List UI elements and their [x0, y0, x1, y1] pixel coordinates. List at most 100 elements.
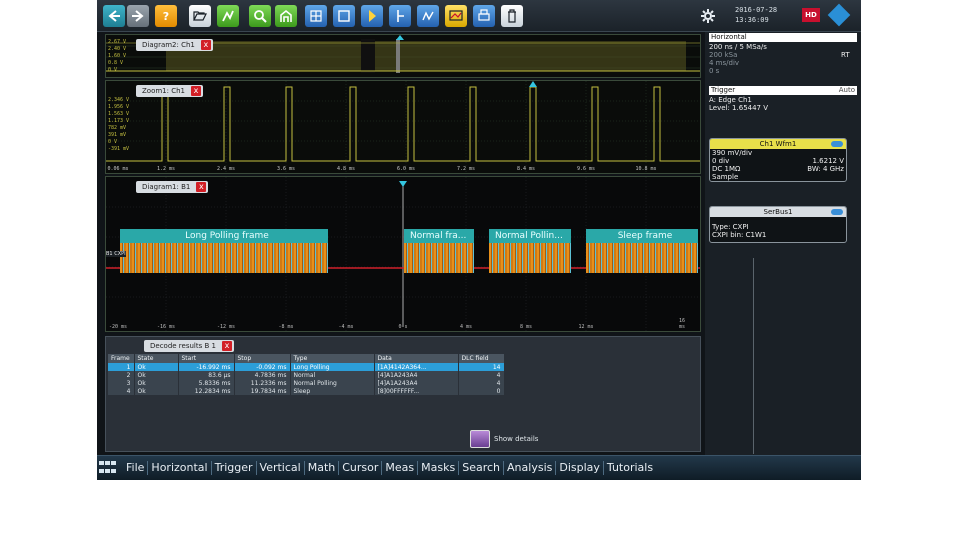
zoom1-panel[interactable]: 2.346 V 1.956 V 1.563 V 1.173 V 782 mV 3…	[105, 80, 701, 174]
table-row[interactable]: 2 Ok 83.6 µs 4.7836 ms Normal [4]A1A243A…	[108, 371, 505, 379]
serbus-type: Type: CXPI	[712, 223, 749, 231]
print-icon[interactable]	[473, 5, 495, 27]
close-icon[interactable]: x	[221, 341, 232, 351]
mark-icon[interactable]	[361, 5, 383, 27]
display-icon[interactable]	[445, 5, 467, 27]
zoom1-ylabel: 1.956 V	[108, 104, 130, 110]
menu-analysis[interactable]: Analysis	[504, 461, 557, 475]
column-header[interactable]: DLC field	[458, 354, 505, 363]
table-row[interactable]: 4 Ok 12.2834 ms 19.7834 ms Sleep [8]00FF…	[108, 387, 505, 395]
frame-label: Normal fra...	[404, 229, 474, 243]
cell-start: 12.2834 ms	[178, 387, 235, 395]
zoom1-ylabel: 2.346 V	[108, 97, 130, 103]
close-icon[interactable]: x	[196, 182, 207, 192]
trigger-mode: Auto	[838, 86, 855, 94]
decode-tab[interactable]: Decode results B 1 x	[144, 340, 234, 352]
details-icon	[470, 430, 490, 448]
trigger-header-label: Trigger	[711, 86, 736, 94]
decode-table[interactable]: Frame State Start Stop Type Data DLC fie…	[108, 354, 505, 395]
decode-results-panel[interactable]: Decode results B 1 x Frame State Start S…	[105, 336, 701, 452]
table-row[interactable]: 3 Ok 5.8336 ms 11.2336 ms Normal Polling…	[108, 379, 505, 387]
back-icon[interactable]	[103, 5, 125, 27]
zoom1-ylabel: 782 mV	[108, 125, 127, 131]
column-header[interactable]: Start	[178, 354, 235, 363]
column-header[interactable]: Type	[290, 354, 375, 363]
decode-header-row: Frame State Start Stop Type Data DLC fie…	[108, 354, 505, 363]
menu-cursor[interactable]: Cursor	[339, 461, 383, 475]
menu-masks[interactable]: Masks	[418, 461, 460, 475]
menu-file[interactable]: File	[123, 461, 149, 475]
diagram2-tab[interactable]: Diagram2: Ch1 x	[136, 39, 213, 51]
ch1-bandwidth: BW: 4 GHz	[807, 165, 844, 173]
ch1-offset: 0 div	[712, 157, 730, 165]
bus-frame[interactable]: Normal fra...	[404, 229, 474, 275]
diagram1-xtick: 4 ms	[459, 324, 473, 330]
cell-data: [1A]4142A364...	[374, 363, 459, 371]
frame-label: Sleep frame	[586, 229, 698, 243]
cell-type: Sleep	[290, 387, 375, 395]
toggle-icon[interactable]	[831, 209, 843, 215]
zoom-icon[interactable]	[249, 5, 271, 27]
cell-state: Ok	[134, 379, 179, 387]
menu-display[interactable]: Display	[556, 461, 604, 475]
table-row[interactable]: 1 Ok -16.992 ms -0.092 ms Long Polling […	[108, 363, 505, 371]
column-header[interactable]: Data	[374, 354, 459, 363]
cell-state: Ok	[134, 387, 179, 395]
math-icon[interactable]	[305, 5, 327, 27]
right-info-panel: Horizontal 200 ns / 5 MSa/s 200 kSa RT 4…	[705, 32, 861, 455]
cursor-icon[interactable]	[389, 5, 411, 27]
trigger-level: Level: 1.65447 V	[709, 104, 769, 112]
autoset-icon[interactable]	[333, 5, 355, 27]
cell-frame: 2	[108, 371, 135, 379]
diagram2-panel[interactable]: 2.67 V 2.40 V 1.60 V 0.8 V0 V Diagram2: Ch1…	[105, 34, 701, 78]
ch1-title-label: Ch1 Wfm1	[759, 140, 797, 148]
ch1-vdiv: 390 mV/div	[712, 149, 753, 157]
zoom1-xtick: 4.8 ms	[336, 166, 356, 172]
frame-bits	[489, 243, 571, 273]
delete-icon[interactable]	[501, 5, 523, 27]
menu-tutorials[interactable]: Tutorials	[604, 461, 656, 475]
column-header[interactable]: Stop	[234, 354, 291, 363]
help-icon[interactable]: ?	[155, 5, 177, 27]
menu-meas[interactable]: Meas	[382, 461, 419, 475]
column-header[interactable]: State	[134, 354, 179, 363]
show-details-label: Show details	[494, 435, 539, 443]
diagram1-xtick: -4 ms	[338, 324, 354, 330]
mask-icon[interactable]	[417, 5, 439, 27]
column-header[interactable]: Frame	[108, 354, 135, 363]
menu-math[interactable]: Math	[305, 461, 340, 475]
menu-horizontal[interactable]: Horizontal	[148, 461, 212, 475]
open-icon[interactable]	[189, 5, 211, 27]
menu-search[interactable]: Search	[459, 461, 505, 475]
date-label: 2016-07-28	[735, 6, 778, 14]
forward-icon[interactable]	[127, 5, 149, 27]
frame-label: Long Polling frame	[120, 229, 328, 243]
toggle-icon[interactable]	[831, 141, 843, 147]
horizontal-record-length: 200 kSa	[709, 51, 738, 59]
settings-icon[interactable]	[697, 5, 719, 27]
menu-trigger[interactable]: Trigger	[212, 461, 257, 475]
apps-grid-icon[interactable]	[99, 461, 119, 475]
trigger-header[interactable]: Trigger Auto	[709, 86, 857, 95]
close-icon[interactable]: x	[191, 86, 201, 96]
hd-badge[interactable]: HD	[802, 8, 820, 22]
bus-frame[interactable]: Long Polling frame	[120, 229, 328, 275]
diagram1-panel[interactable]: Long Polling frame Normal fra... Normal …	[105, 176, 701, 332]
diagram1-tab[interactable]: Diagram1: B1 x	[136, 181, 209, 193]
cell-state: Ok	[134, 371, 179, 379]
ch1-waveform-card[interactable]: Ch1 Wfm1 390 mV/div 0 div 1.6212 V DC 1MΩ…	[709, 138, 847, 182]
ch1-card-title: Ch1 Wfm1	[710, 139, 846, 149]
zoom1-tab[interactable]: Zoom1: Ch1 x	[136, 85, 203, 97]
menu-vertical[interactable]: Vertical	[257, 461, 305, 475]
home-icon[interactable]	[275, 5, 297, 27]
zoom1-ylabel: 1.563 V	[108, 111, 130, 117]
show-details-button[interactable]: Show details	[470, 430, 538, 448]
ch1-mode: Sample	[712, 173, 739, 181]
bus-frame[interactable]: Normal Pollin...	[489, 229, 571, 275]
serbus-card[interactable]: SerBus1 Type: CXPI CXPI bin: C1W1	[709, 206, 847, 243]
save-icon[interactable]	[217, 5, 239, 27]
close-icon[interactable]: x	[200, 40, 211, 50]
bus-frame[interactable]: Sleep frame	[586, 229, 698, 275]
horizontal-header[interactable]: Horizontal	[709, 33, 857, 42]
svg-text:?: ?	[163, 10, 169, 23]
